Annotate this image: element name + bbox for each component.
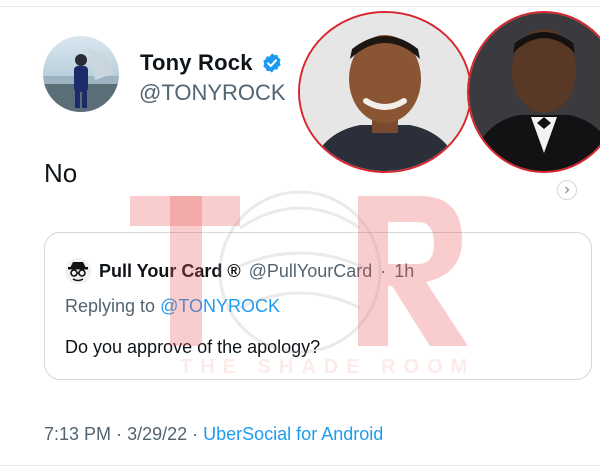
- inset-photo-left: [298, 11, 472, 173]
- chevron-right-icon[interactable]: [557, 180, 577, 200]
- portrait-image: [469, 13, 600, 171]
- footer-separator: ·: [192, 424, 204, 444]
- verified-badge-icon: [263, 53, 281, 73]
- replying-to-prefix: Replying to: [65, 296, 156, 316]
- quoted-tweet-header: Pull Your Card ® @PullYourCard · 1h: [65, 258, 414, 284]
- author-handle[interactable]: @TONYROCK: [139, 80, 286, 106]
- quoted-tweet-age: 1h: [394, 260, 415, 281]
- inset-photo-right: [467, 11, 600, 173]
- author-avatar[interactable]: [43, 36, 119, 112]
- tweet-time[interactable]: 7:13 PM: [44, 424, 111, 444]
- quoted-tweet-text: Do you approve of the apology?: [65, 337, 321, 357]
- replying-to-mention[interactable]: @TONYROCK: [160, 296, 280, 316]
- author-display-name[interactable]: Tony Rock: [140, 50, 253, 76]
- tweet-text: No: [44, 158, 78, 188]
- quoted-author-handle[interactable]: @PullYourCard: [249, 261, 373, 282]
- tweet-footer: 7:13 PM · 3/29/22 · UberSocial for Andro…: [44, 424, 383, 445]
- spy-avatar-icon[interactable]: [65, 258, 91, 284]
- avatar-photo: [43, 48, 119, 112]
- replying-to-line: Replying to @TONYROCK: [65, 296, 280, 317]
- chevron-glyph: [565, 186, 570, 194]
- portrait-image: [300, 13, 470, 171]
- quoted-author-name[interactable]: Pull Your Card ®: [99, 261, 241, 282]
- tweet-date[interactable]: 3/29/22: [127, 424, 187, 444]
- author-name-row: Tony Rock: [140, 50, 283, 76]
- top-divider: [0, 6, 600, 7]
- footer-separator: ·: [116, 424, 128, 444]
- meta-separator: ·: [380, 260, 387, 281]
- watermark-caption: THE SHADE ROOM: [180, 356, 476, 378]
- bottom-divider: [0, 465, 600, 466]
- tweet-source-link[interactable]: UberSocial for Android: [203, 424, 383, 444]
